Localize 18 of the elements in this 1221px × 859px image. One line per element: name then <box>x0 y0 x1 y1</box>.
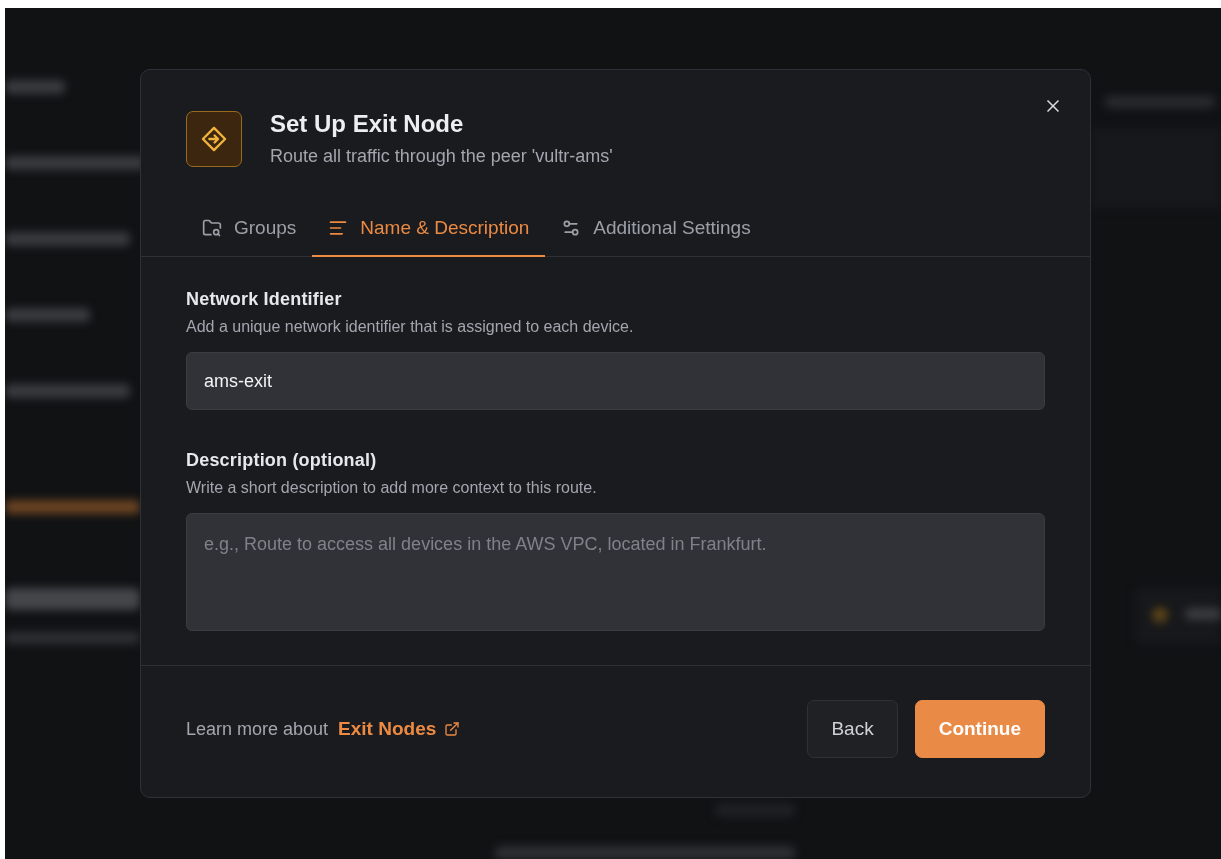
lines-icon <box>328 218 349 238</box>
exit-nodes-link[interactable]: Exit Nodes <box>338 718 461 740</box>
field-label: Description (optional) <box>186 450 378 471</box>
input-field[interactable]: ams-exit <box>186 352 1045 410</box>
field-label: Network Identifier <box>186 289 343 310</box>
textarea-field[interactable]: e.g., Route to access all devices in the AWS VPC, located in Frankfurt. <box>186 513 1045 631</box>
tab[interactable]: Groups <box>186 207 313 257</box>
learn-more-text: Learn more about <box>186 718 329 740</box>
tab[interactable]: Additional Settings <box>545 207 767 257</box>
diamond-arrow-icon <box>200 124 228 153</box>
dialog-title: Set Up Exit Node <box>270 110 465 138</box>
external-link-icon <box>444 721 461 737</box>
field-help-text: Add a unique network identifier that is assigned to each device. <box>186 318 635 336</box>
field-help-text: Write a short description to add more context to this route. <box>186 479 598 497</box>
tab[interactable]: Name & Description <box>312 207 546 257</box>
dialog-subtitle: Route all traffic through the peer 'vultr-ams' <box>270 146 613 167</box>
back-button[interactable]: Back <box>807 700 898 758</box>
folder-icon <box>202 218 222 238</box>
